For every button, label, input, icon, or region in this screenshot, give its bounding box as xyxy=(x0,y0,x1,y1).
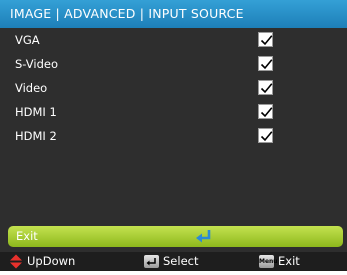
osd-menu: IMAGE | ADVANCED | INPUT SOURCE VGA S-Vi… xyxy=(0,0,347,271)
enter-arrow-icon xyxy=(195,229,213,248)
menu-title: IMAGE | ADVANCED | INPUT SOURCE xyxy=(0,0,347,28)
source-checkbox[interactable] xyxy=(258,32,273,47)
input-source-list: VGA S-Video Video HDMI 1 HDMI 2 xyxy=(0,28,347,148)
source-label: Video xyxy=(15,81,48,95)
exit-menu-item[interactable]: Exit xyxy=(8,226,343,247)
source-item-s-video[interactable]: S-Video xyxy=(0,52,347,76)
up-down-arrows-icon xyxy=(9,254,23,275)
source-label: HDMI 2 xyxy=(15,129,57,143)
source-label: HDMI 1 xyxy=(15,105,57,119)
hint-select-label: Select xyxy=(163,254,199,268)
hint-updown-label: UpDown xyxy=(27,254,76,268)
source-item-vga[interactable]: VGA xyxy=(0,28,347,52)
source-label: S-Video xyxy=(15,57,58,71)
source-label: VGA xyxy=(15,33,40,47)
footer-hint-bar: UpDown Select Menu Exit xyxy=(0,252,347,271)
source-item-hdmi-2[interactable]: HDMI 2 xyxy=(0,124,347,148)
source-checkbox[interactable] xyxy=(258,104,273,119)
source-checkbox[interactable] xyxy=(258,128,273,143)
enter-key-icon xyxy=(144,255,159,268)
source-item-hdmi-1[interactable]: HDMI 1 xyxy=(0,100,347,124)
source-item-video[interactable]: Video xyxy=(0,76,347,100)
source-checkbox[interactable] xyxy=(258,80,273,95)
source-checkbox[interactable] xyxy=(258,56,273,71)
hint-exit-label: Exit xyxy=(278,254,300,268)
menu-key-icon: Menu xyxy=(259,255,278,268)
exit-label: Exit xyxy=(16,229,38,243)
